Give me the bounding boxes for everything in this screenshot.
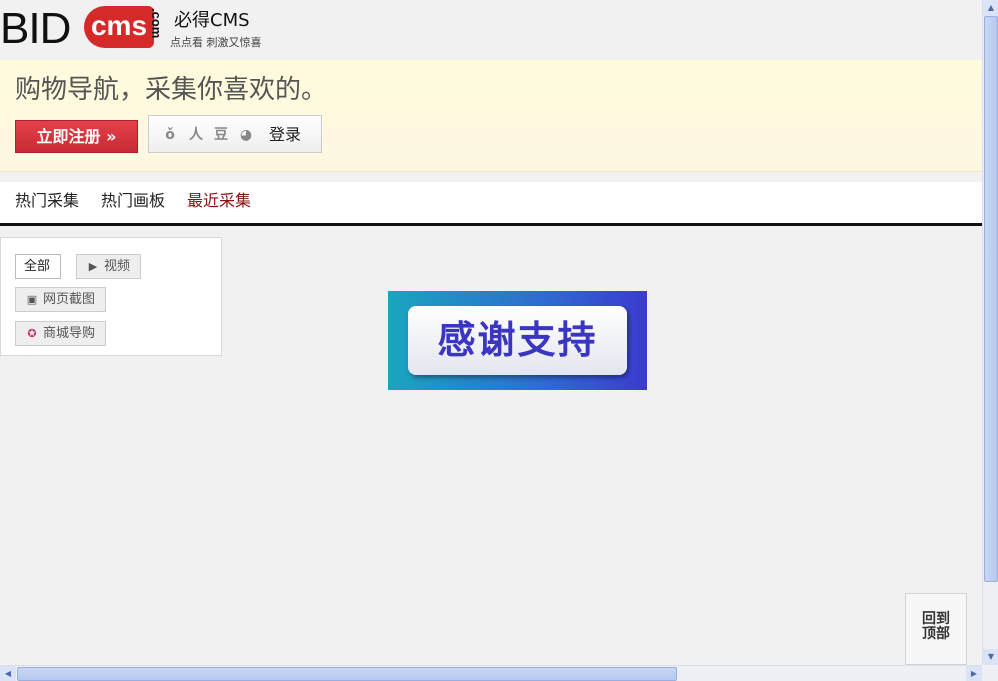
weibo-icon[interactable]: ǒ — [161, 126, 179, 144]
scroll-up-icon[interactable]: ▲ — [983, 0, 998, 16]
site-header: BID cms .com 必得CMS 点点看 刺激又惊喜 — [0, 0, 982, 60]
nav-hot-collections[interactable]: 热门采集 — [15, 190, 79, 212]
site-logo[interactable]: BID cms .com — [0, 4, 165, 54]
vertical-scroll-thumb[interactable] — [984, 16, 998, 582]
nav-recent-collections[interactable]: 最近采集 — [187, 190, 251, 212]
horizontal-scrollbar[interactable]: ◀ ▶ — [0, 665, 982, 681]
page-viewport: BID cms .com 必得CMS 点点看 刺激又惊喜 购物导航，采集你喜欢的… — [0, 0, 982, 665]
filter-panel: 全部 ▶ 视频 ▣ 网页截图 ✪ 商城导购 — [0, 237, 222, 356]
douban-icon[interactable]: 豆 — [212, 126, 230, 144]
site-slogan: 点点看 刺激又惊喜 — [170, 36, 262, 49]
scroll-down-icon[interactable]: ▼ — [983, 649, 998, 665]
filter-shopping-label: 商城导购 — [43, 326, 96, 341]
register-button[interactable]: 立即注册 » — [15, 120, 138, 153]
logo-com-text: .com — [149, 8, 164, 39]
filter-shopping[interactable]: ✪ 商城导购 — [15, 321, 107, 346]
filter-video[interactable]: ▶ 视频 — [76, 254, 142, 279]
login-link[interactable]: 登录 — [269, 124, 301, 146]
horizontal-scroll-thumb[interactable] — [17, 667, 677, 681]
filter-all[interactable]: 全部 — [15, 254, 62, 279]
banner-headline: 购物导航，采集你喜欢的。 — [15, 75, 328, 105]
filter-all-label: 全部 — [24, 259, 51, 274]
logo-cms-badge: cms — [84, 6, 154, 48]
video-icon: ▶ — [88, 260, 98, 273]
qq-icon[interactable]: ◕ — [237, 126, 255, 144]
filter-video-label: 视频 — [104, 259, 131, 274]
scrollbar-corner — [982, 665, 998, 681]
social-login-box[interactable]: ǒ 人 豆 ◕ 登录 — [148, 115, 322, 153]
filter-screenshot[interactable]: ▣ 网页截图 — [15, 287, 107, 312]
back-to-top-button[interactable]: 回到 顶部 — [905, 593, 967, 665]
renren-icon[interactable]: 人 — [187, 126, 205, 144]
nav-hot-boards[interactable]: 热门画板 — [101, 190, 165, 212]
thanks-text: 感谢支持 — [408, 306, 627, 375]
main-nav: 热门采集 热门画板 最近采集 — [0, 182, 982, 226]
scroll-right-icon[interactable]: ▶ — [966, 666, 982, 681]
star-icon: ✪ — [27, 327, 37, 340]
back-to-top-line2: 顶部 — [922, 626, 950, 642]
site-title: 必得CMS — [174, 10, 250, 31]
vertical-scrollbar[interactable]: ▲ ▼ — [982, 0, 998, 665]
logo-bid-text: BID — [0, 4, 71, 53]
back-to-top-line1: 回到 — [922, 611, 950, 627]
camera-icon: ▣ — [26, 293, 38, 306]
thanks-banner-image: 感谢支持 — [388, 291, 647, 390]
filter-screenshot-label: 网页截图 — [43, 292, 96, 307]
signup-banner: 购物导航，采集你喜欢的。 立即注册 » ǒ 人 豆 ◕ 登录 — [0, 60, 982, 172]
scroll-left-icon[interactable]: ◀ — [0, 666, 16, 681]
